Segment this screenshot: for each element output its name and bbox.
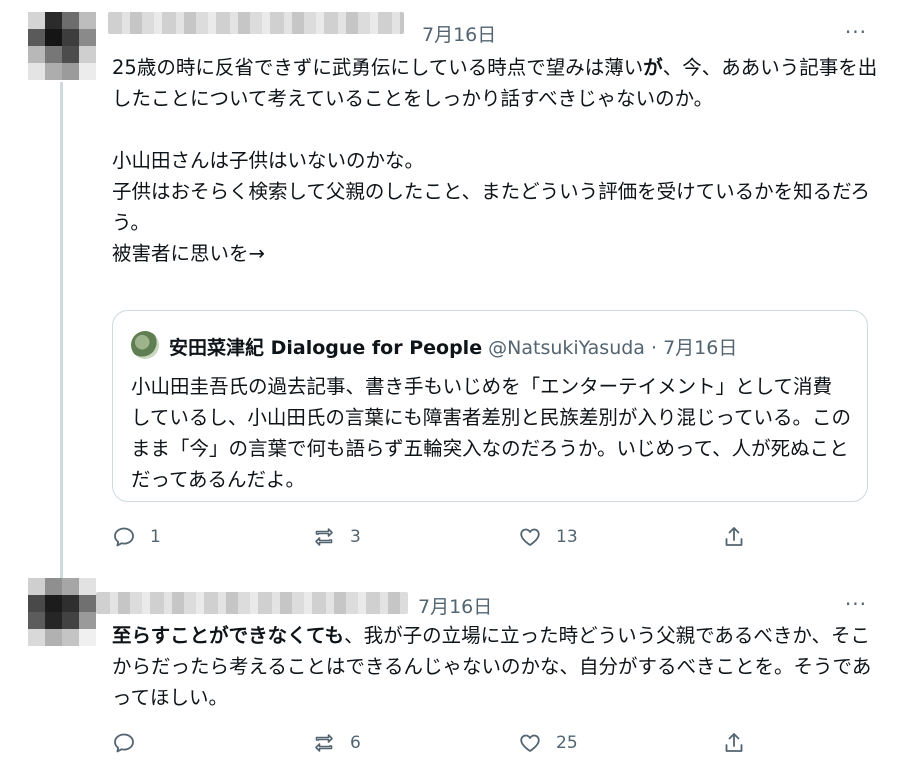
more-icon[interactable]: ··· xyxy=(845,592,867,616)
retweet-icon xyxy=(315,528,333,546)
quoted-date: 7月16日 xyxy=(663,337,738,359)
share-button[interactable] xyxy=(722,728,760,758)
like-count: 25 xyxy=(556,733,578,753)
tweet-date[interactable]: 7月16日 xyxy=(422,20,496,47)
tweet-actions: 6 25 xyxy=(112,728,772,758)
reply-count: 1 xyxy=(150,527,161,547)
quoted-tweet[interactable]: 安田菜津紀 Dialogue for People @NatsukiYasuda… xyxy=(112,310,868,502)
share-icon xyxy=(725,527,743,546)
quoted-separator: · xyxy=(644,337,664,359)
tweet-date[interactable]: 7月16日 xyxy=(418,592,492,619)
avatar[interactable] xyxy=(28,578,96,646)
reply-icon xyxy=(114,527,134,547)
retweet-count: 3 xyxy=(350,527,361,547)
tweet-text: 至らすことができなくても、我が子の立場に立った時どういう父親であるべきか、そこか… xyxy=(112,620,882,713)
tweet-text-bold: 至らすことができなくても xyxy=(112,624,345,647)
tweet-text-bold: が xyxy=(643,56,663,79)
blurred-user-name[interactable] xyxy=(108,12,404,34)
retweet-icon xyxy=(315,734,333,752)
quoted-user-name: 安田菜津紀 Dialogue for People xyxy=(169,337,483,359)
avatar[interactable] xyxy=(28,12,96,80)
reply-button[interactable] xyxy=(112,728,150,758)
like-button[interactable]: 25 xyxy=(518,728,578,758)
tweet-actions: 1 3 13 xyxy=(112,522,772,552)
thread-line xyxy=(60,82,63,578)
retweet-count: 6 xyxy=(350,733,361,753)
quoted-handle: @NatsukiYasuda xyxy=(488,337,645,359)
retweet-button[interactable]: 6 xyxy=(312,728,361,758)
tweet-text-part: 25歳の時に反省できずに武勇伝にしている時点で望みは薄い xyxy=(112,56,644,79)
quoted-header: 安田菜津紀 Dialogue for People @NatsukiYasuda… xyxy=(169,333,737,360)
blurred-user-name[interactable] xyxy=(96,592,408,614)
share-icon xyxy=(725,733,743,752)
like-icon xyxy=(520,734,540,752)
reply-icon xyxy=(114,733,134,753)
like-count: 13 xyxy=(556,527,578,547)
more-icon[interactable]: ··· xyxy=(845,20,867,44)
retweet-button[interactable]: 3 xyxy=(312,522,361,552)
tweet[interactable]: 7月16日 ··· 25歳の時に反省できずに武勇伝にしている時点で望みは薄いが、… xyxy=(0,0,911,578)
tweet-text-part: 、今、ああいう記事を出したことについて考えていることをしっかり話すべきじゃないの… xyxy=(112,56,878,265)
quoted-text: 小山田圭吾氏の過去記事、書き手もいじめを「エンターテイメント」として消費している… xyxy=(131,375,851,491)
reply-button[interactable]: 1 xyxy=(112,522,161,552)
like-icon xyxy=(520,528,540,546)
tweet-text: 25歳の時に反省できずに武勇伝にしている時点で望みは薄いが、今、ああいう記事を出… xyxy=(112,52,882,269)
tweet[interactable]: 7月16日 ··· 至らすことができなくても、我が子の立場に立った時どういう父親… xyxy=(0,578,911,776)
quoted-avatar xyxy=(131,331,159,359)
like-button[interactable]: 13 xyxy=(518,522,578,552)
share-button[interactable] xyxy=(722,522,760,552)
